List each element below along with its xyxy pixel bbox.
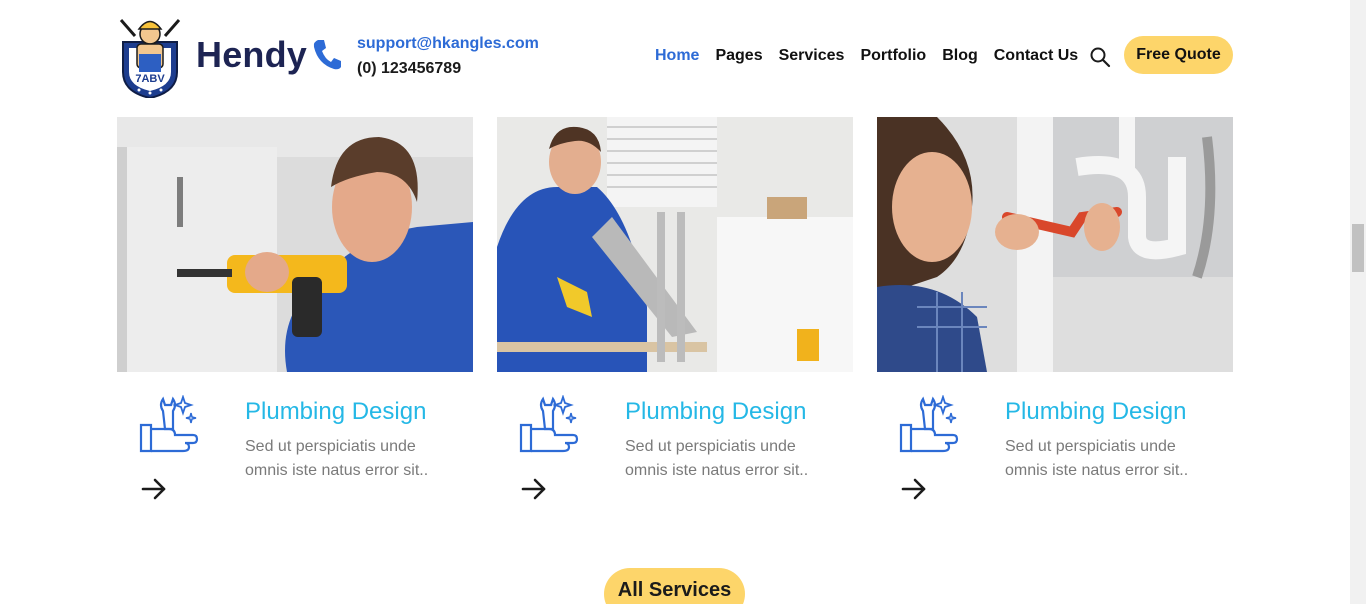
nav-services[interactable]: Services (779, 47, 845, 65)
wrench-hand-icon (139, 395, 199, 453)
service-description: Sed ut perspiciatis unde omnis iste natu… (625, 438, 809, 479)
worker-pipes-photo (877, 117, 1233, 372)
nav-pages[interactable]: Pages (715, 47, 762, 65)
service-card: Plumbing Design Sed ut perspiciatis unde… (117, 117, 473, 517)
contact-phone[interactable]: (0) 123456789 (357, 60, 461, 78)
service-photo-drilling (117, 117, 473, 372)
service-description: Sed ut perspiciatis unde omnis iste natu… (245, 438, 429, 479)
wrench-hand-icon (899, 395, 959, 453)
arrow-right-icon[interactable] (141, 478, 167, 500)
free-quote-button[interactable]: Free Quote (1124, 36, 1233, 74)
worker-sawing-photo (497, 117, 853, 372)
nav-portfolio[interactable]: Portfolio (860, 47, 926, 65)
service-photo-pipes (877, 117, 1233, 372)
contact-email-link[interactable]: support@hkangles.com (357, 35, 539, 53)
all-services-button[interactable]: All Services (604, 568, 745, 604)
brand-name[interactable]: Hendy (196, 34, 307, 76)
service-title[interactable]: Plumbing Design (1005, 398, 1186, 426)
service-card: Plumbing Design Sed ut perspiciatis unde… (497, 117, 853, 517)
service-title[interactable]: Plumbing Design (245, 398, 426, 426)
scrollbar-thumb[interactable] (1352, 224, 1364, 272)
plumber-mascot-logo[interactable]: 7ABV (117, 14, 183, 98)
arrow-right-icon[interactable] (901, 478, 927, 500)
svg-text:7ABV: 7ABV (135, 73, 165, 85)
main-nav: Home Pages Services Portfolio Blog Conta… (655, 47, 1094, 65)
site-header: 7ABV Hendy support@hkangles.com (0) 1234… (0, 0, 1350, 112)
page-scrollbar[interactable] (1350, 0, 1366, 604)
arrow-right-icon[interactable] (521, 478, 547, 500)
nav-contact-us[interactable]: Contact Us (994, 47, 1078, 65)
search-icon[interactable] (1089, 46, 1111, 68)
service-description: Sed ut perspiciatis unde omnis iste natu… (1005, 438, 1189, 479)
service-photo-sawing (497, 117, 853, 372)
nav-blog[interactable]: Blog (942, 47, 978, 65)
service-title[interactable]: Plumbing Design (625, 398, 806, 426)
service-card: Plumbing Design Sed ut perspiciatis unde… (877, 117, 1233, 517)
wrench-hand-icon (519, 395, 579, 453)
worker-drilling-photo (117, 117, 473, 372)
nav-home[interactable]: Home (655, 47, 699, 65)
phone-icon (313, 40, 341, 70)
